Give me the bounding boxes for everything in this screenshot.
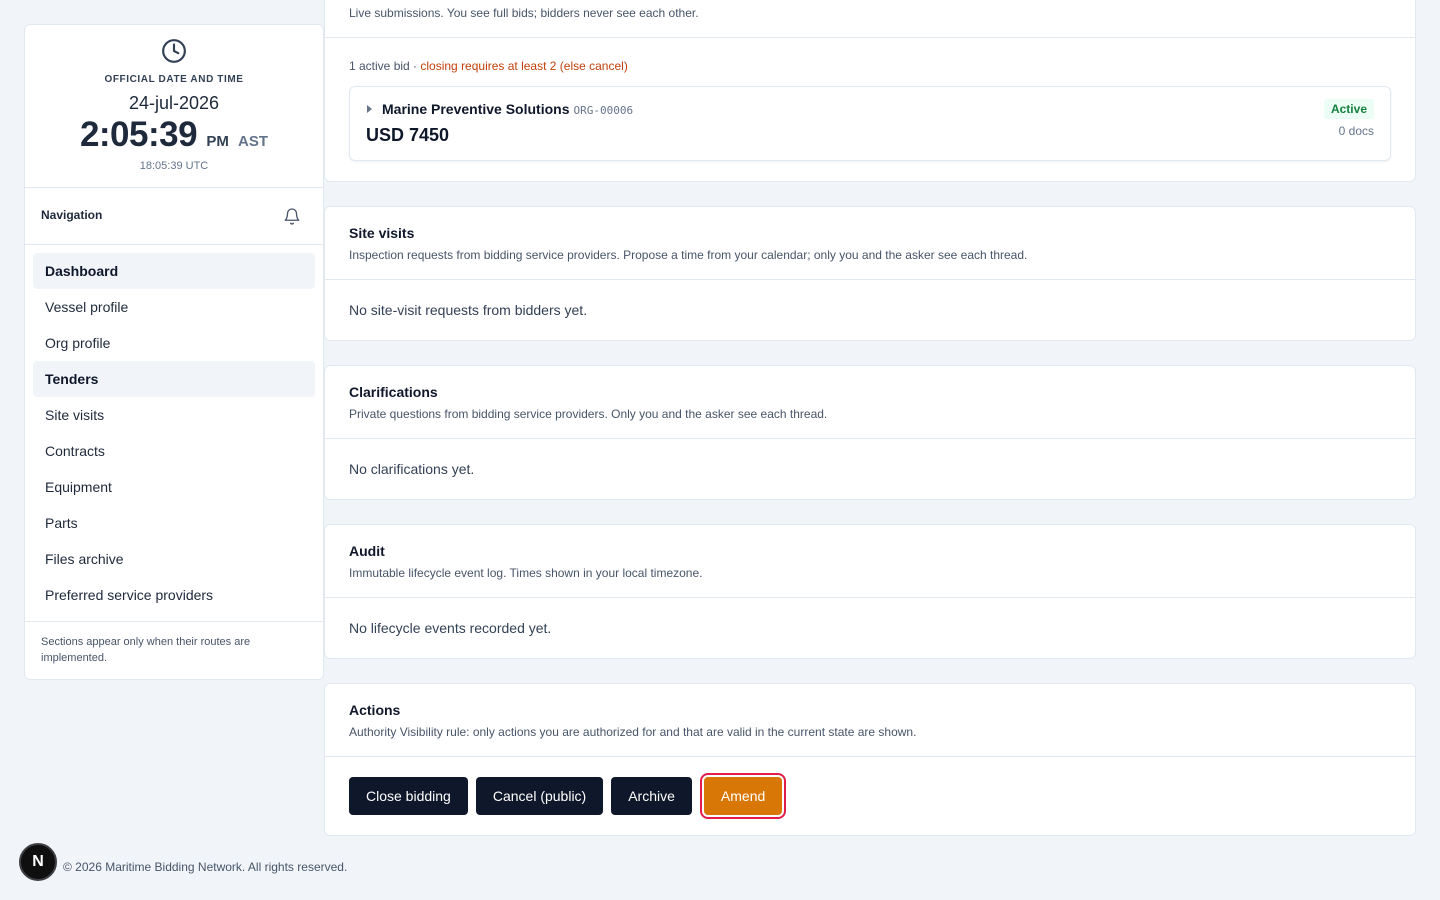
section-title: Actions bbox=[349, 702, 401, 718]
empty-state: No lifecycle events recorded yet. bbox=[349, 620, 552, 636]
bids-count: 1 active bid · closing requires at least… bbox=[349, 59, 628, 73]
section-description: Authority Visibility rule: only actions … bbox=[349, 725, 917, 739]
sidebar-item-tenders[interactable]: Tenders bbox=[33, 361, 315, 397]
clock-utc: 18:05:39 UTC bbox=[139, 160, 209, 172]
clock-time-value: 2:05:39 bbox=[79, 115, 198, 154]
bid-row[interactable]: Marine Preventive Solutions ORG-00006 USD… bbox=[349, 86, 1391, 161]
actions-row: Close bidding Cancel (public) Archive Am… bbox=[349, 777, 783, 815]
status-badge: Active bbox=[1323, 99, 1374, 119]
bids-count-text: 1 active bid · bbox=[349, 59, 421, 73]
bid-org: Marine Preventive Solutions ORG-00006 bbox=[382, 101, 633, 117]
divider bbox=[325, 37, 1415, 38]
site-visits-section: Site visits Inspection requests from bid… bbox=[324, 206, 1416, 341]
sidebar-item-equipment[interactable]: Equipment bbox=[33, 469, 315, 505]
dev-tools-badge[interactable]: N bbox=[19, 843, 57, 881]
sidebar-item-site-visits[interactable]: Site visits bbox=[33, 397, 315, 433]
section-title: Site visits bbox=[349, 225, 415, 241]
clock-caption: OFFICIAL DATE AND TIME bbox=[104, 74, 244, 85]
sidebar-item-parts[interactable]: Parts bbox=[33, 505, 315, 541]
nav-list: Dashboard Vessel profile Org profile Ten… bbox=[25, 245, 323, 622]
divider bbox=[325, 756, 1415, 757]
sidebar-item-vessel-profile[interactable]: Vessel profile bbox=[33, 289, 315, 325]
clock-icon bbox=[162, 39, 186, 63]
caret-right-icon[interactable] bbox=[367, 105, 372, 113]
divider bbox=[325, 279, 1415, 280]
cancel-public-button[interactable]: Cancel (public) bbox=[475, 777, 604, 815]
section-title: Clarifications bbox=[349, 384, 438, 400]
clock-timezone: AST bbox=[238, 133, 269, 150]
bids-card: Live submissions. You see full bids; bid… bbox=[324, 0, 1416, 182]
sidebar-item-dashboard[interactable]: Dashboard bbox=[33, 253, 315, 289]
sidebar-item-preferred-service-providers[interactable]: Preferred service providers bbox=[33, 577, 315, 613]
divider bbox=[325, 597, 1415, 598]
section-description: Private questions from bidding service p… bbox=[349, 407, 828, 421]
audit-section: Audit Immutable lifecycle event log. Tim… bbox=[324, 524, 1416, 659]
sidebar-item-org-profile[interactable]: Org profile bbox=[33, 325, 315, 361]
section-description: Immutable lifecycle event log. Times sho… bbox=[349, 566, 703, 580]
nav-title: Navigation bbox=[41, 208, 103, 222]
bid-org-name: Marine Preventive Solutions bbox=[382, 101, 570, 117]
sidebar-item-files-archive[interactable]: Files archive bbox=[33, 541, 315, 577]
empty-state: No site-visit requests from bidders yet. bbox=[349, 302, 588, 318]
close-bidding-button[interactable]: Close bidding bbox=[349, 777, 468, 815]
bids-subtitle: Live submissions. You see full bids; bid… bbox=[349, 6, 699, 20]
empty-state: No clarifications yet. bbox=[349, 461, 475, 477]
official-clock: OFFICIAL DATE AND TIME 24-jul-2026 2:05:… bbox=[25, 25, 323, 188]
footer-copyright: © 2026 Maritime Bidding Network. All rig… bbox=[63, 860, 348, 874]
bid-org-id: ORG-00006 bbox=[573, 104, 634, 117]
divider bbox=[325, 438, 1415, 439]
bell-icon[interactable] bbox=[283, 207, 301, 226]
bid-amount: USD 7450 bbox=[366, 125, 450, 145]
sidebar-item-contracts[interactable]: Contracts bbox=[33, 433, 315, 469]
section-title: Audit bbox=[349, 543, 385, 559]
section-description: Inspection requests from bidding service… bbox=[349, 248, 1028, 262]
clock-date: 24-jul-2026 bbox=[128, 93, 220, 113]
sidebar: OFFICIAL DATE AND TIME 24-jul-2026 2:05:… bbox=[24, 24, 324, 680]
clock-ampm: PM bbox=[206, 133, 229, 150]
bid-docs-count: 0 docs bbox=[1338, 124, 1374, 138]
actions-section: Actions Authority Visibility rule: only … bbox=[324, 683, 1416, 836]
amend-button[interactable]: Amend bbox=[703, 777, 783, 815]
clarifications-section: Clarifications Private questions from bi… bbox=[324, 365, 1416, 500]
nav-note: Sections appear only when their routes a… bbox=[41, 636, 251, 664]
bids-warning: closing requires at least 2 (else cancel… bbox=[420, 59, 628, 73]
clock-time: 2:05:39 PM AST bbox=[25, 115, 323, 155]
nav-header: Navigation bbox=[25, 188, 323, 245]
archive-button[interactable]: Archive bbox=[611, 777, 692, 815]
